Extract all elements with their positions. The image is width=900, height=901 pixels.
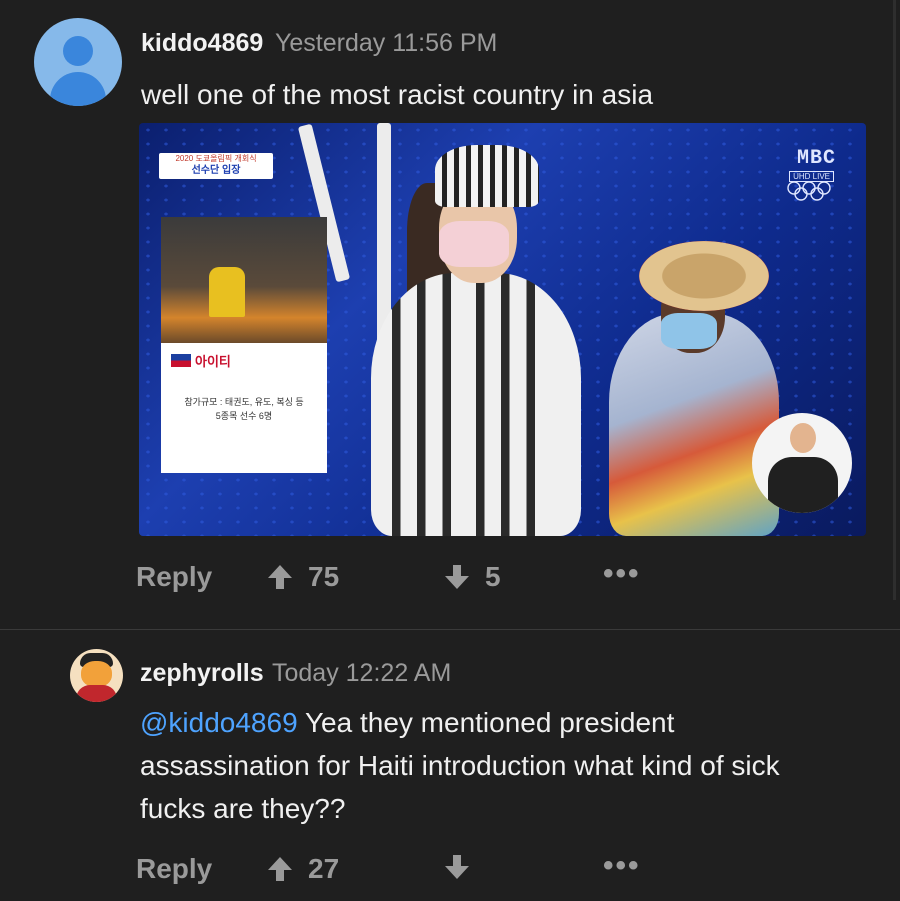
banner-line-2: 선수단 입장: [191, 165, 241, 176]
comment-text-line-2: assassination for Haiti introduction wha…: [140, 750, 780, 781]
olympic-rings-icon: [787, 181, 831, 201]
user-avatar[interactable]: [70, 649, 123, 702]
downvote-arrow-icon: [445, 565, 469, 589]
upvote-button[interactable]: 75: [266, 561, 339, 593]
broadcast-banner: 2020 도쿄올림픽 개회식 선수단 입장: [159, 153, 273, 179]
reply-button[interactable]: Reply: [136, 853, 212, 885]
broadcaster-logo: MBC: [796, 147, 836, 170]
comment-divider: [0, 629, 900, 630]
sign-language-interpreter: [752, 413, 852, 513]
info-country-row: 아이티: [171, 351, 231, 370]
upvote-arrow-icon: [268, 857, 292, 881]
haiti-flag-icon: [171, 354, 191, 367]
info-detail-line-2: 5종목 선수 6명: [215, 411, 273, 421]
country-info-card: 아이티 참가규모 : 태권도, 유도, 복싱 등 5종목 선수 6명: [161, 217, 327, 473]
comment-text-line-1: Yea they mentioned president: [304, 707, 675, 738]
comment-timestamp: Today 12:22 AM: [272, 659, 452, 687]
sombrero-hat: [639, 241, 769, 311]
user-mention-link[interactable]: @kiddo4869: [140, 707, 298, 738]
interpreter-head: [790, 423, 816, 453]
info-detail-line-1: 참가규모 : 태권도, 유도, 복싱 등: [184, 397, 304, 407]
upvote-count: 27: [308, 853, 340, 884]
avatar-head-shape: [63, 36, 93, 66]
face-mask: [439, 221, 509, 267]
striped-hat: [435, 145, 539, 207]
interpreter-torso: [768, 457, 838, 513]
more-options-button[interactable]: •••: [603, 849, 641, 883]
avatar-body-shape: [50, 72, 106, 106]
comment-timestamp: Yesterday 11:56 PM: [275, 29, 498, 57]
info-country-name: 아이티: [195, 354, 231, 369]
reply-button[interactable]: Reply: [136, 561, 212, 593]
downvote-count: 5: [485, 561, 501, 592]
comment-body: well one of the most racist country in a…: [141, 79, 654, 110]
downvote-button[interactable]: 5: [443, 561, 501, 593]
comment-thread: kiddo4869 Yesterday 11:56 PM well one of…: [0, 0, 900, 901]
face-mask: [661, 313, 717, 349]
comment-username[interactable]: kiddo4869: [141, 29, 263, 58]
upvote-count: 75: [308, 561, 340, 592]
avatar-suit: [76, 685, 117, 702]
downvote-button[interactable]: [443, 853, 471, 881]
flag-bearer-suit: [371, 273, 581, 536]
downvote-arrow-icon: [445, 855, 469, 879]
comment-username[interactable]: zephyrolls: [140, 659, 264, 688]
banner-line-1: 2020 도쿄올림픽 개회식: [175, 154, 257, 163]
comment-text-line-3: fucks are they??: [140, 793, 346, 824]
upvote-arrow-icon: [268, 565, 292, 589]
thread-line: [893, 0, 896, 600]
comment-body-line-1: @kiddo4869 Yea they mentioned president: [140, 701, 780, 744]
upvote-button[interactable]: 27: [266, 853, 339, 885]
comment-image[interactable]: MBC UHD LIVE 2020 도쿄올림픽 개회식 선수단 입장 아이티 참…: [139, 123, 866, 536]
more-options-button[interactable]: •••: [603, 557, 641, 591]
avatar-face: [81, 661, 112, 687]
comment-body: @kiddo4869 Yea they mentioned president …: [140, 701, 780, 830]
info-detail: 참가규모 : 태권도, 유도, 복싱 등 5종목 선수 6명: [169, 395, 319, 423]
protester-figure: [209, 267, 245, 317]
info-card-photo: [161, 217, 327, 343]
user-avatar[interactable]: [34, 18, 122, 106]
